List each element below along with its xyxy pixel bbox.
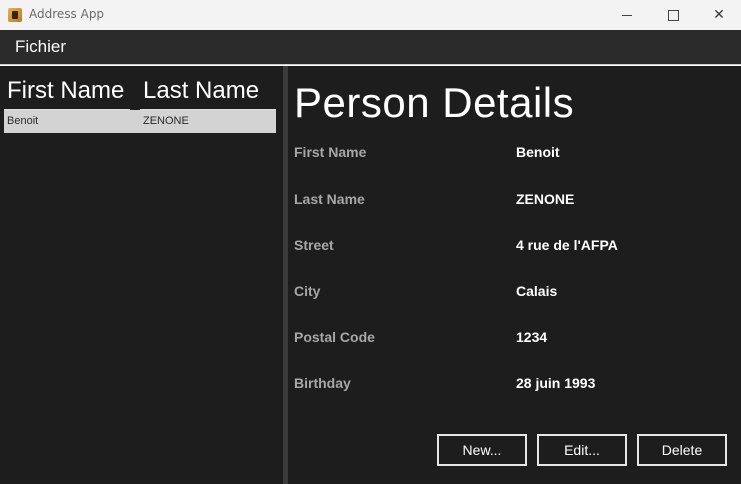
- address-book-icon: [8, 8, 22, 22]
- label-street: Street: [294, 237, 334, 253]
- value-city: Calais: [516, 283, 558, 299]
- value-last-name: ZENONE: [516, 191, 575, 207]
- new-button[interactable]: New...: [437, 434, 527, 466]
- label-first-name: First Name: [294, 144, 367, 160]
- person-details-panel: Person Details First Name Benoit Last Na…: [288, 66, 741, 484]
- minimize-button[interactable]: [604, 0, 650, 30]
- maximize-button[interactable]: [650, 0, 696, 30]
- menu-bar: Fichier: [0, 30, 741, 65]
- column-header-last-name[interactable]: Last Name: [140, 76, 276, 110]
- value-birthday: 28 juin 1993: [516, 375, 596, 391]
- close-icon: ✕: [713, 7, 725, 23]
- window-title: Address App: [29, 7, 105, 21]
- title-bar[interactable]: Address App ✕: [0, 0, 741, 30]
- cell-first-name: Benoit: [7, 115, 39, 127]
- label-birthday: Birthday: [294, 375, 351, 391]
- page-title: Person Details: [294, 79, 575, 126]
- label-city: City: [294, 283, 321, 299]
- main-content: First Name Last Name Benoit ZENONE Perso…: [0, 66, 741, 484]
- delete-button[interactable]: Delete: [637, 434, 727, 466]
- table-row[interactable]: Benoit ZENONE: [4, 110, 276, 133]
- table-header: First Name Last Name: [4, 76, 276, 110]
- column-header-first-name[interactable]: First Name: [4, 76, 130, 110]
- person-table-panel: First Name Last Name Benoit ZENONE: [0, 66, 283, 484]
- label-postal-code: Postal Code: [294, 329, 375, 345]
- value-postal-code: 1234: [516, 329, 548, 345]
- value-street: 4 rue de l'AFPA: [516, 237, 618, 253]
- menu-fichier[interactable]: Fichier: [15, 37, 66, 57]
- cell-last-name: ZENONE: [143, 115, 189, 127]
- minimize-icon: [622, 14, 632, 16]
- value-first-name: Benoit: [516, 144, 560, 160]
- app-window: Address App ✕ Fichier First Name Last Na…: [0, 0, 741, 484]
- edit-button[interactable]: Edit...: [537, 434, 627, 466]
- close-button[interactable]: ✕: [696, 0, 741, 30]
- maximize-icon: [667, 9, 679, 21]
- label-last-name: Last Name: [294, 191, 365, 207]
